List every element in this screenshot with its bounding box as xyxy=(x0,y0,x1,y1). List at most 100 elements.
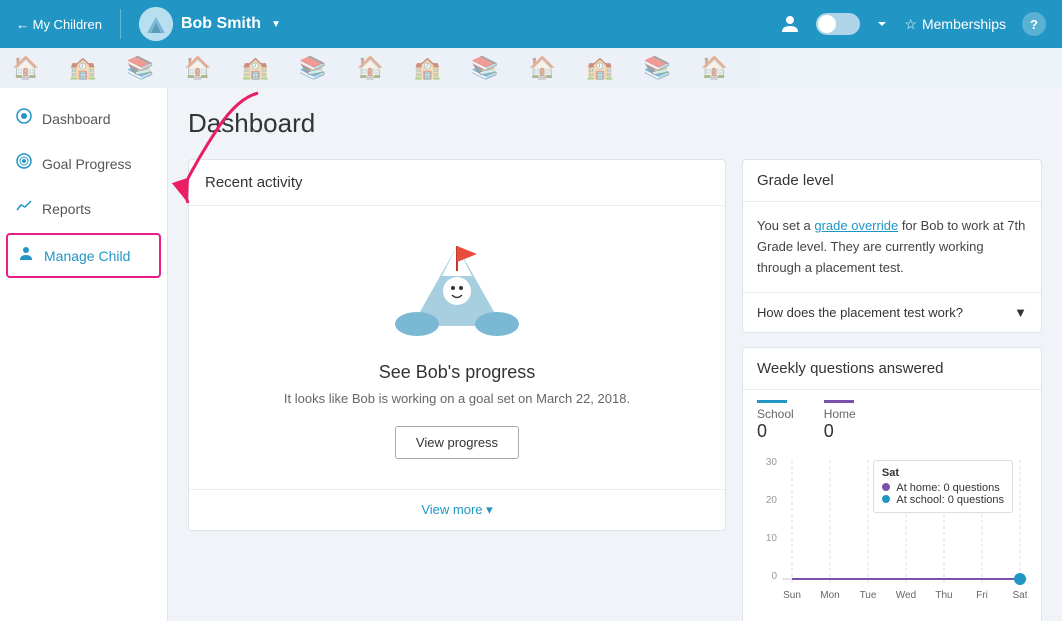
watermark-icon: 🏠 xyxy=(12,55,39,81)
main-content: Dashboard Recent activity xyxy=(168,88,1062,621)
grade-level-header: Grade level xyxy=(743,160,1041,202)
school-dot-icon xyxy=(882,495,890,503)
placement-question-label: How does the placement test work? xyxy=(757,305,963,320)
watermark-row: 🏠 🏫 📚 🏠 🏫 📚 🏠 🏫 📚 🏠 🏫 📚 🏠 xyxy=(0,48,1062,88)
sidebar-label-goal-progress: Goal Progress xyxy=(42,156,131,172)
tooltip-school: At school: 0 questions xyxy=(882,494,1004,506)
watermark-icon: 🏠 xyxy=(701,55,728,81)
watermark-icon: 🏠 xyxy=(529,55,556,81)
placement-dropdown[interactable]: How does the placement test work? ▼ xyxy=(743,292,1041,332)
chart-area: Sat At home: 0 questions At school: 0 q xyxy=(757,450,1027,610)
manage-child-icon xyxy=(18,245,34,266)
svg-text:Mon: Mon xyxy=(820,590,839,601)
home-line xyxy=(824,400,854,403)
watermark-icon: 📚 xyxy=(299,55,326,81)
view-progress-button[interactable]: View progress xyxy=(395,426,519,459)
grade-level-card: Grade level You set a grade override for… xyxy=(742,159,1042,333)
tooltip-home-value: 0 questions xyxy=(943,482,999,494)
weekly-legend: School 0 Home 0 xyxy=(743,390,1041,442)
sidebar-item-manage-child[interactable]: Manage Child xyxy=(6,233,161,278)
watermark-icon: 📚 xyxy=(471,55,498,81)
watermark-icon: 📚 xyxy=(643,55,670,81)
left-panel: Recent activity xyxy=(188,159,726,621)
grade-body-text1: You set a xyxy=(757,218,811,233)
header-user: Bob Smith ▼ xyxy=(139,7,281,41)
app-layout: Dashboard Goal Progress Reports xyxy=(0,88,1062,621)
grade-level-body: You set a grade override for Bob to work… xyxy=(743,202,1041,292)
star-icon: ☆ xyxy=(904,16,917,33)
weekly-questions-card: Weekly questions answered School 0 Home … xyxy=(742,347,1042,621)
dashboard-icon xyxy=(16,108,32,129)
school-line xyxy=(757,400,787,403)
view-more-link[interactable]: View more ▾ xyxy=(189,489,725,530)
watermark-icon: 🏫 xyxy=(69,55,96,81)
watermark-icon: 📚 xyxy=(127,55,154,81)
watermark-icon: 🏠 xyxy=(184,55,211,81)
sidebar-item-dashboard[interactable]: Dashboard xyxy=(0,96,167,141)
sidebar: Dashboard Goal Progress Reports xyxy=(0,88,168,621)
memberships-button[interactable]: ☆ Memberships xyxy=(904,16,1006,33)
svg-text:Sun: Sun xyxy=(783,590,801,601)
header-left: ← My Children Bob Smith ▼ xyxy=(16,7,281,41)
weekly-questions-header: Weekly questions answered xyxy=(743,348,1041,390)
activity-subtitle: It looks like Bob is working on a goal s… xyxy=(284,391,630,406)
toggle-switch[interactable] xyxy=(816,13,860,35)
back-to-children-link[interactable]: ← My Children xyxy=(16,17,102,32)
svg-text:30: 30 xyxy=(766,457,778,468)
content-grid: Recent activity xyxy=(188,159,1042,621)
grade-override-link[interactable]: grade override xyxy=(814,218,898,233)
sidebar-label-reports: Reports xyxy=(42,201,91,217)
svg-text:20: 20 xyxy=(766,495,778,506)
right-panel: Grade level You set a grade override for… xyxy=(742,159,1042,621)
home-label: Home xyxy=(824,407,856,421)
recent-activity-card: Recent activity xyxy=(188,159,726,531)
svg-text:0: 0 xyxy=(771,571,777,582)
toggle-knob xyxy=(818,15,836,33)
svg-text:Wed: Wed xyxy=(896,590,916,601)
header-right: ☆ Memberships ? xyxy=(780,12,1046,36)
page-title: Dashboard xyxy=(188,108,1042,139)
school-value: 0 xyxy=(757,421,767,442)
svg-text:Sat: Sat xyxy=(1012,590,1027,601)
mountain-illustration xyxy=(392,236,522,346)
user-icon-button[interactable] xyxy=(780,14,800,34)
help-button[interactable]: ? xyxy=(1022,12,1046,36)
watermark-icon: 🏠 xyxy=(356,55,383,81)
app-header: ← My Children Bob Smith ▼ xyxy=(0,0,1062,48)
dropdown-caret-icon[interactable]: ▼ xyxy=(271,19,281,30)
watermark-icon: 🏫 xyxy=(586,55,613,81)
chart-container: Sat At home: 0 questions At school: 0 q xyxy=(743,450,1041,620)
home-value: 0 xyxy=(824,421,834,442)
header-divider xyxy=(120,9,121,39)
home-legend: Home 0 xyxy=(824,400,856,442)
avatar xyxy=(139,7,173,41)
watermark-icon: 🏫 xyxy=(414,55,441,81)
memberships-label: Memberships xyxy=(922,16,1006,32)
svg-text:Thu: Thu xyxy=(935,590,952,601)
tooltip-school-label: At school: xyxy=(896,494,944,506)
chart-tooltip: Sat At home: 0 questions At school: 0 q xyxy=(873,460,1013,513)
sidebar-label-dashboard: Dashboard xyxy=(42,111,111,127)
tooltip-home: At home: 0 questions xyxy=(882,482,1004,494)
goal-progress-icon xyxy=(16,153,32,174)
activity-title: See Bob's progress xyxy=(379,362,536,383)
view-more-caret-icon: ▾ xyxy=(486,502,493,517)
school-legend: School 0 xyxy=(757,400,794,442)
recent-activity-header: Recent activity xyxy=(189,160,725,206)
school-label: School xyxy=(757,407,794,421)
svg-text:Fri: Fri xyxy=(976,590,988,601)
activity-content: See Bob's progress It looks like Bob is … xyxy=(189,206,725,489)
tooltip-school-value: 0 questions xyxy=(948,494,1004,506)
sidebar-item-reports[interactable]: Reports xyxy=(0,186,167,231)
tooltip-title: Sat xyxy=(882,467,1004,479)
placement-caret-icon: ▼ xyxy=(1014,305,1027,320)
watermark-icon: 🏫 xyxy=(242,55,269,81)
dropdown-toggle[interactable] xyxy=(876,18,888,30)
reports-icon xyxy=(16,198,32,219)
sidebar-item-goal-progress[interactable]: Goal Progress xyxy=(0,141,167,186)
home-dot-icon xyxy=(882,483,890,491)
svg-text:10: 10 xyxy=(766,533,778,544)
svg-text:Tue: Tue xyxy=(860,590,877,601)
tooltip-home-label: At home: xyxy=(896,482,940,494)
header-username[interactable]: Bob Smith xyxy=(181,15,261,33)
